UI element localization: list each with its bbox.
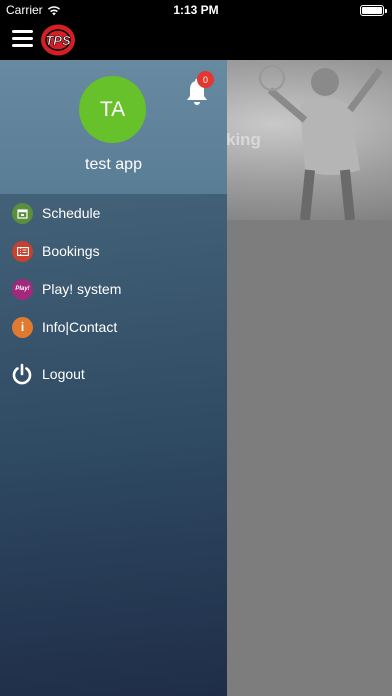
- info-icon: i: [12, 316, 33, 338]
- logo-text: TPS: [45, 33, 71, 48]
- clock: 1:13 PM: [173, 3, 219, 17]
- menu-label-schedule: Schedule: [42, 205, 101, 221]
- menu-label-bookings: Bookings: [42, 243, 100, 259]
- side-drawer: TA test app 0 Schedule Bookings Play! Pl…: [0, 60, 227, 696]
- menu-label-logout: Logout: [42, 366, 85, 382]
- tps-logo: TPS: [41, 24, 75, 56]
- menu-item-logout[interactable]: Logout: [0, 357, 227, 391]
- power-icon: [12, 363, 32, 385]
- ticket-icon: [12, 240, 33, 262]
- play-icon-text: Play!: [15, 286, 30, 292]
- status-bar: Carrier 1:13 PM: [0, 0, 392, 20]
- drawer-header: TA test app 0: [0, 60, 227, 194]
- player-photo: [259, 65, 383, 220]
- username: test app: [85, 156, 142, 173]
- hero-title: king: [226, 130, 261, 149]
- menu-item-bookings[interactable]: Bookings: [0, 234, 227, 268]
- menu-label-info-contact: Info|Contact: [42, 319, 118, 335]
- menu-item-info-contact[interactable]: i Info|Contact: [0, 310, 227, 344]
- avatar-initials: TA: [99, 97, 126, 121]
- play-icon: Play!: [12, 278, 33, 300]
- hamburger-icon[interactable]: [12, 30, 33, 48]
- menu-item-schedule[interactable]: Schedule: [0, 196, 227, 230]
- calendar-icon: [12, 202, 33, 224]
- top-bar: TPS: [0, 20, 392, 60]
- battery-icon: [360, 5, 387, 16]
- menu-item-play-system[interactable]: Play! Play! system: [0, 272, 227, 306]
- notification-badge: 0: [197, 71, 214, 88]
- info-icon-text: i: [20, 320, 25, 334]
- menu-label-play-system: Play! system: [42, 281, 122, 297]
- avatar[interactable]: TA: [79, 76, 146, 143]
